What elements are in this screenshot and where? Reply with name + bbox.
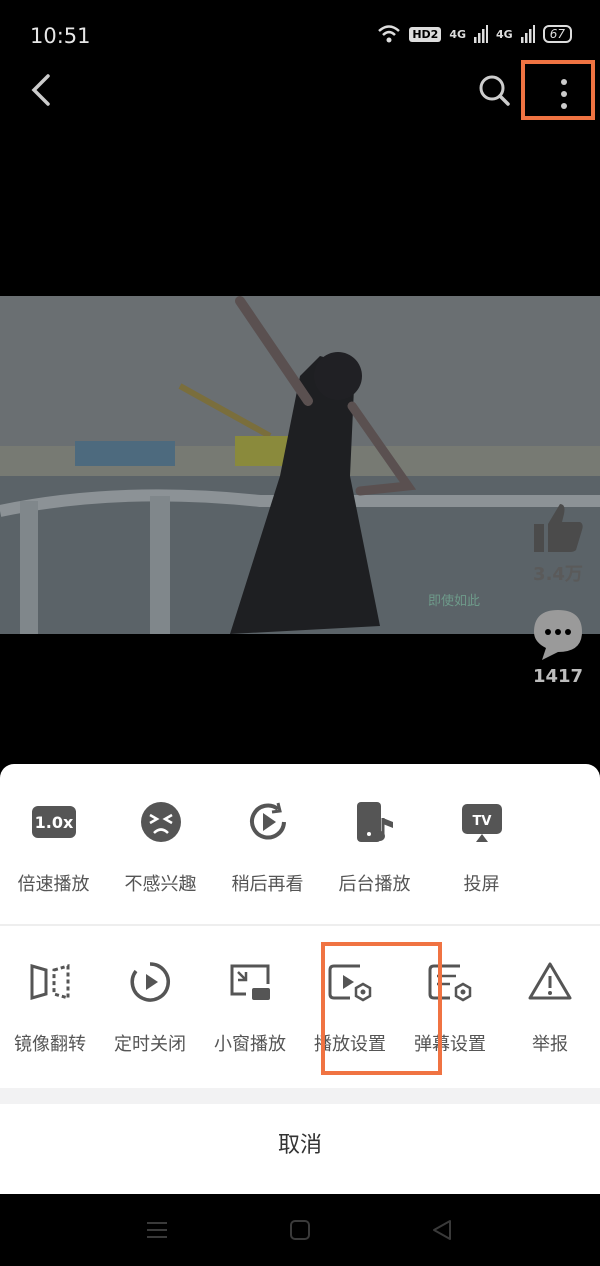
video-frame — [0, 296, 600, 634]
tv-cast-icon: TV — [461, 804, 502, 842]
background-play-icon — [356, 802, 393, 842]
signal-icon — [520, 25, 535, 43]
option-label: 定时关闭 — [114, 1034, 186, 1055]
mirror-flip-icon — [30, 964, 70, 1000]
report-icon — [528, 962, 572, 1000]
option-label: 后台播放 — [338, 874, 411, 895]
option-label: 举报 — [532, 1034, 568, 1055]
network-badge-2: 4G — [496, 27, 513, 41]
divider — [0, 924, 600, 926]
option-label: 不感兴趣 — [124, 874, 197, 895]
menu-icon[interactable] — [145, 1218, 169, 1242]
video-watermark: 即使如此 — [428, 594, 481, 609]
battery-icon: 67 — [542, 25, 572, 43]
watch-later-icon — [249, 802, 286, 840]
mini-window-icon — [230, 964, 270, 1000]
back-button[interactable] — [22, 70, 62, 110]
more-button[interactable] — [521, 60, 595, 120]
video-topbar — [0, 60, 600, 124]
search-icon[interactable] — [476, 72, 512, 108]
back-nav-icon[interactable] — [430, 1218, 454, 1242]
wifi-icon — [378, 25, 401, 43]
hd-badge: HD2 — [409, 26, 442, 42]
option-label: 镜像翻转 — [14, 1034, 86, 1055]
highlight-box — [321, 942, 442, 1075]
like-icon[interactable] — [530, 500, 586, 556]
comment-icon[interactable] — [530, 606, 586, 662]
options-row-2: 镜像翻转 定时关闭 小窗播放 播放设置 弹幕设置 举报 — [0, 954, 600, 1056]
cast-option[interactable]: TV 投屏 — [428, 794, 535, 896]
watch-later-option[interactable]: 稍后再看 — [214, 794, 321, 896]
more-vertical-icon — [561, 79, 567, 109]
timer-icon — [130, 962, 170, 1002]
status-time: 10:51 — [30, 24, 91, 48]
options-row-1: 1.0x 倍速播放 不感兴趣 稍后再看 后台播放 TV 投屏 — [0, 794, 600, 896]
video-player[interactable]: 即使如此 — [0, 296, 600, 634]
background-play-option[interactable]: 后台播放 — [321, 794, 428, 896]
option-label: 倍速播放 — [17, 874, 90, 895]
option-label: 稍后再看 — [231, 874, 304, 895]
svg-text:1.0x: 1.0x — [34, 813, 73, 832]
home-icon[interactable] — [288, 1218, 312, 1242]
svg-text:TV: TV — [472, 814, 491, 829]
like-count: 3.4万 — [533, 564, 583, 585]
mirror-flip-option[interactable]: 镜像翻转 — [0, 954, 100, 1056]
system-nav-bar — [0, 1194, 600, 1266]
side-actions: 3.4万 1417 — [522, 500, 594, 687]
comment-count: 1417 — [532, 666, 584, 687]
option-label: 投屏 — [463, 874, 500, 895]
report-option[interactable]: 举报 — [500, 954, 600, 1056]
speed-icon: 1.0x — [31, 806, 76, 838]
speed-option[interactable]: 1.0x 倍速播放 — [0, 794, 107, 896]
network-badge-1: 4G — [449, 27, 467, 41]
more-options-sheet: 1.0x 倍速播放 不感兴趣 稍后再看 后台播放 TV 投屏 镜像翻转 定时关闭 — [0, 764, 600, 1194]
not-interested-option[interactable]: 不感兴趣 — [107, 794, 214, 896]
option-label: 小窗播放 — [214, 1034, 286, 1055]
cancel-button[interactable]: 取消 — [0, 1104, 600, 1194]
dislike-face-icon — [140, 802, 181, 842]
signal-icon — [474, 25, 489, 43]
timer-option[interactable]: 定时关闭 — [100, 954, 200, 1056]
mini-window-option[interactable]: 小窗播放 — [200, 954, 300, 1056]
section-gap — [0, 1088, 600, 1104]
